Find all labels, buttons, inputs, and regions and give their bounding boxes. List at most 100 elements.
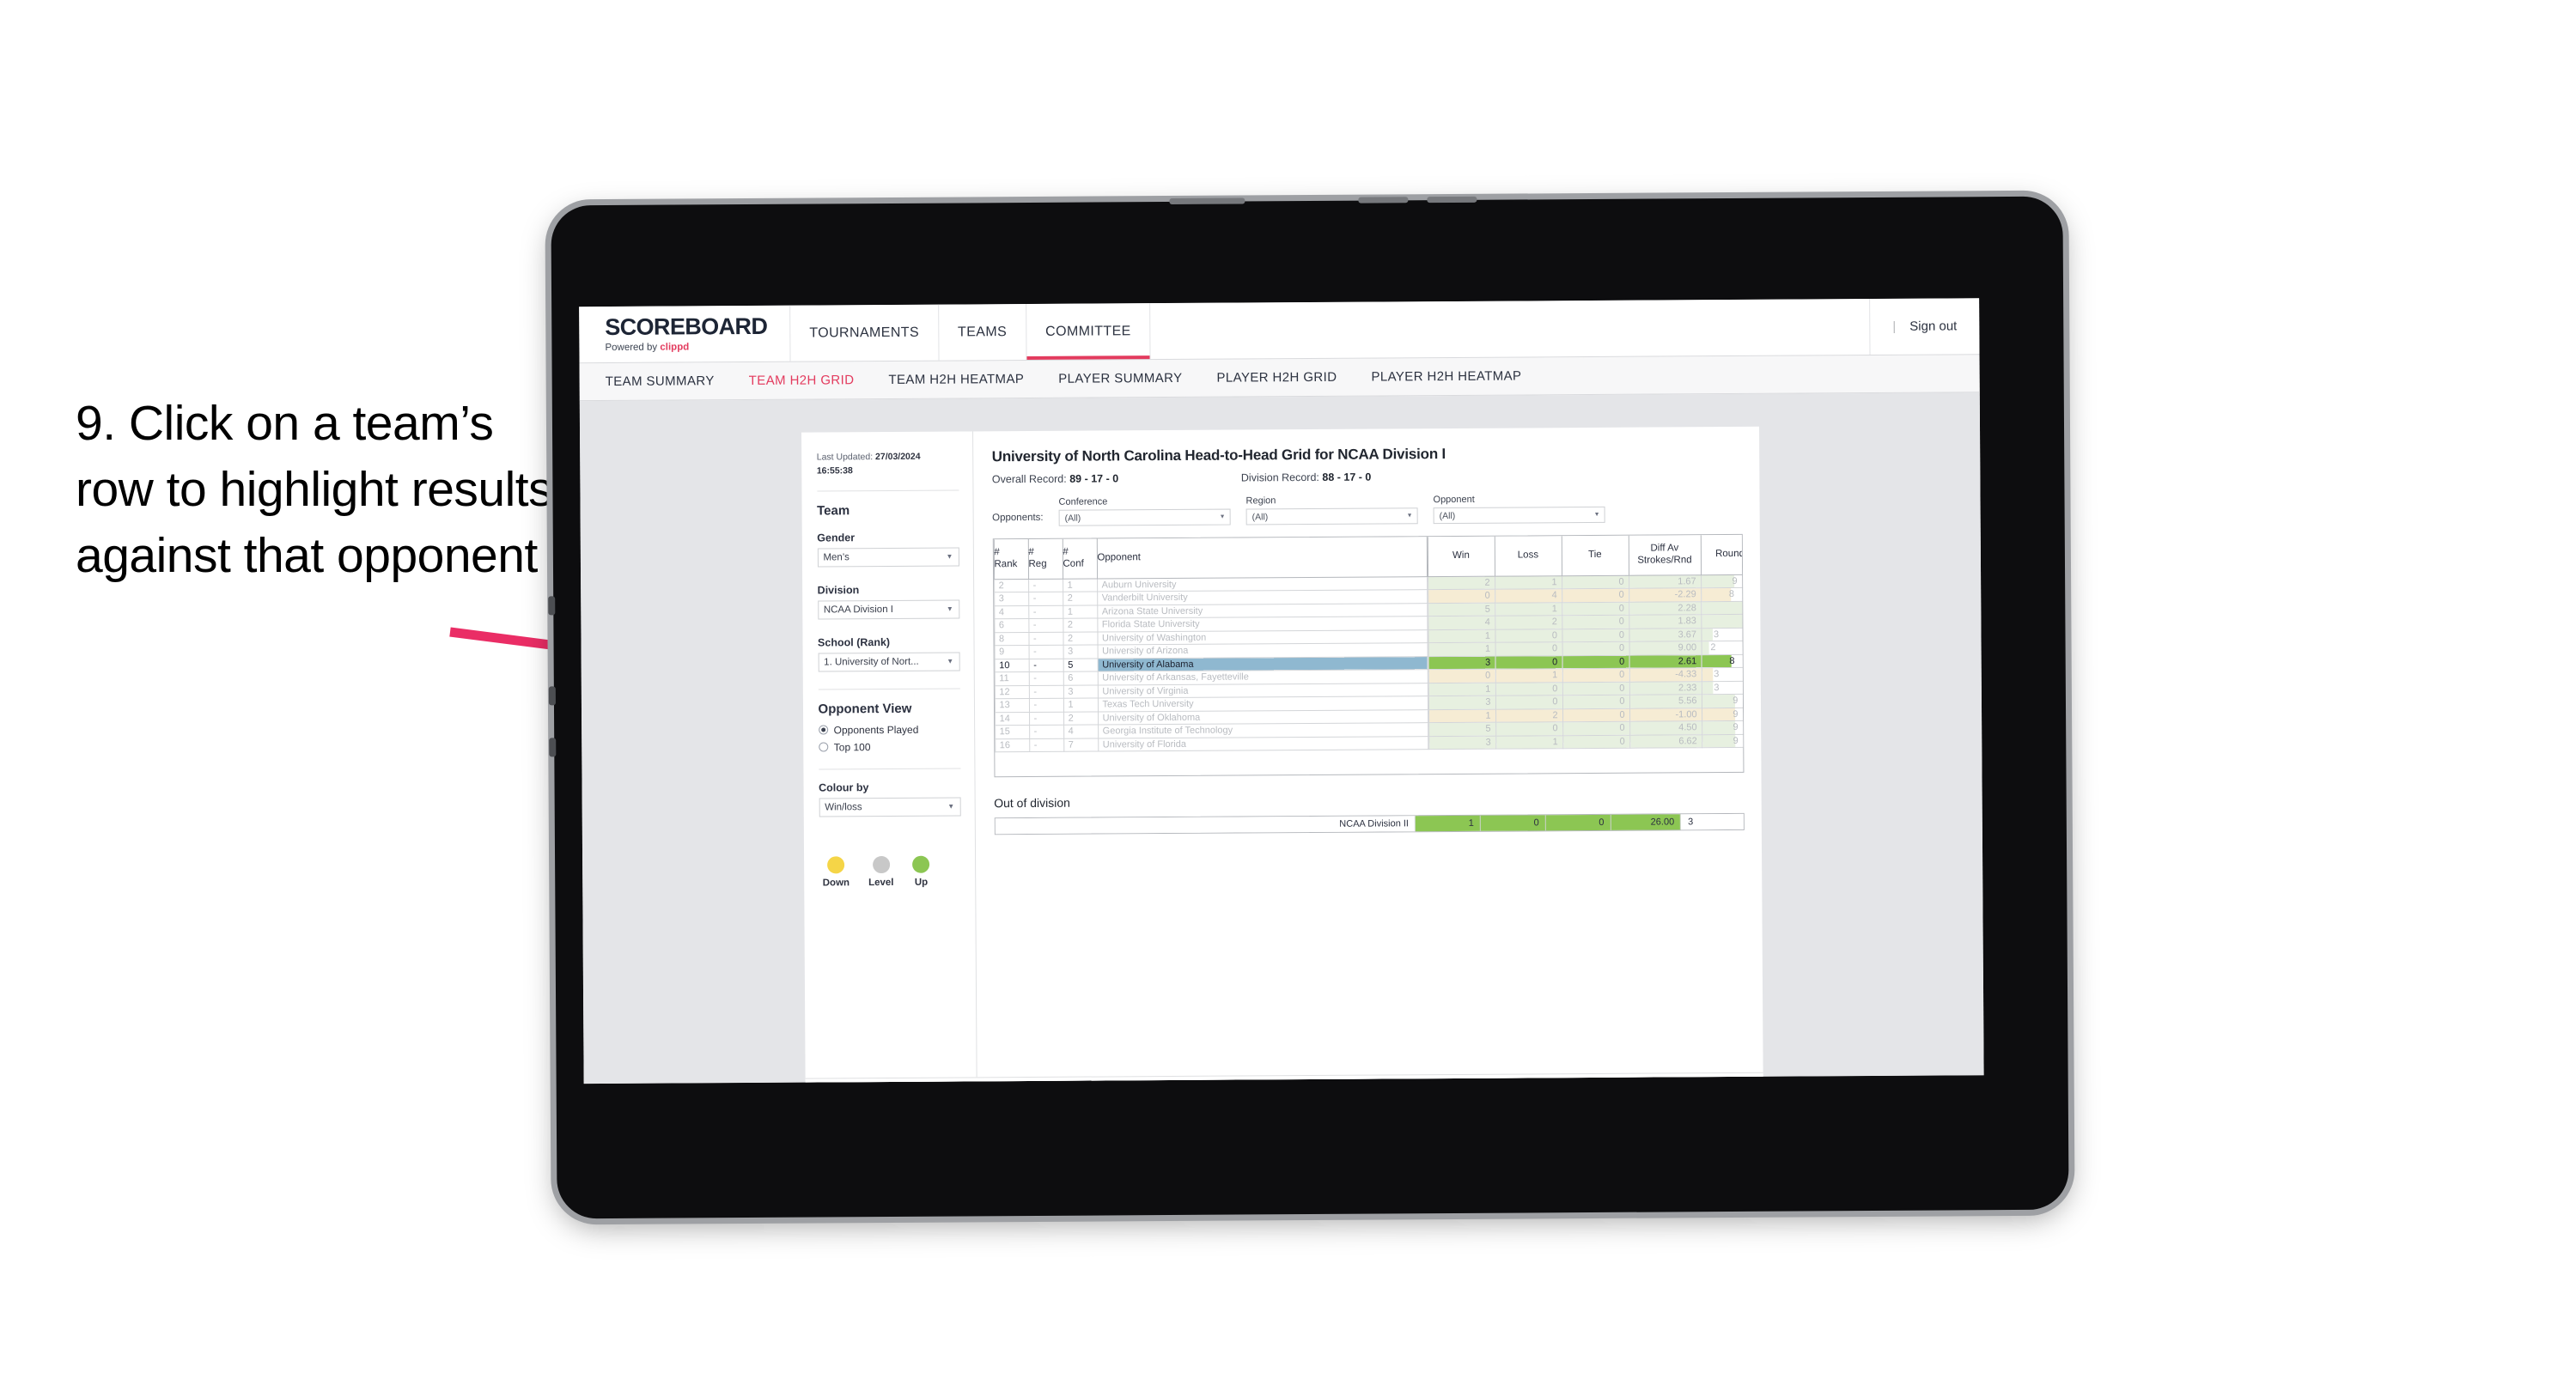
opponents-label: Opponents: [992, 512, 1044, 524]
cell-conf: 2 [1063, 631, 1098, 646]
division-select[interactable]: NCAA Division I ▼ [817, 598, 959, 619]
cell-reg: - [1028, 631, 1063, 646]
cell-reg: - [1029, 738, 1064, 752]
cell-reg: - [1028, 645, 1063, 659]
cell-loss: 0 [1495, 655, 1562, 670]
cell-conf: 6 [1063, 671, 1098, 685]
col-conf-hash: # [1063, 546, 1069, 557]
out-of-division-table: NCAA Division II 1 0 0 26.00 3 [994, 812, 1745, 835]
dashboard-card: Last Updated: 27/03/2024 16:55:38 Team G… [801, 426, 1763, 1084]
cell-diff: -1.00 [1629, 708, 1702, 722]
cell-win: 5 [1428, 602, 1495, 617]
tab-player-summary[interactable]: PLAYER SUMMARY [1058, 371, 1182, 386]
cell-rank: 13 [994, 698, 1030, 713]
cell-tie: 0 [1562, 721, 1630, 736]
tablet-device: SCOREBOARD Powered by clippd TOURNAMENTS… [548, 196, 2069, 1219]
col-loss[interactable]: Loss [1494, 536, 1562, 576]
cell-win: 1 [1428, 708, 1496, 723]
nav-tournaments[interactable]: TOURNAMENTS [790, 304, 940, 361]
col-reg-hash: # [1028, 546, 1034, 557]
ood-win: 1 [1415, 815, 1481, 832]
cell-win: 3 [1428, 655, 1495, 670]
app-header: SCOREBOARD Powered by clippd TOURNAMENTS… [579, 298, 1980, 364]
col-tie[interactable]: Tie [1561, 535, 1629, 576]
volume-up-button[interactable] [1358, 197, 1409, 203]
brand-logo[interactable]: SCOREBOARD Powered by clippd [579, 305, 791, 363]
records-row: Overall Record: 89 - 17 - 0 Division Rec… [992, 469, 1742, 486]
col-rounds[interactable]: Rounds [1700, 534, 1744, 575]
cell-conf: 2 [1063, 711, 1099, 726]
cell-diff: 9.00 [1629, 641, 1702, 655]
cell-rounds: 8 [1701, 653, 1744, 668]
cell-tie: 0 [1562, 574, 1629, 589]
cell-tie: 0 [1562, 681, 1629, 696]
cell-loss: 1 [1495, 575, 1562, 590]
filter-sidebar: Last Updated: 27/03/2024 16:55:38 Team G… [801, 431, 977, 1078]
gender-select[interactable]: Men’s ▼ [817, 546, 959, 568]
cell-reg: - [1029, 725, 1064, 738]
volume-down-button[interactable] [1427, 196, 1477, 203]
cell-rank: 10 [994, 658, 1029, 672]
cell-rank: 16 [995, 738, 1030, 752]
tab-player-h2h-heatmap[interactable]: PLAYER H2H HEATMAP [1371, 368, 1521, 384]
filter-opponent-select[interactable]: (All) ▼ [1433, 506, 1605, 525]
col-conf[interactable]: # Conf [1062, 538, 1098, 579]
ood-division-name: NCAA Division II [995, 816, 1416, 835]
clippd-name: clippd [660, 342, 690, 353]
cell-reg: - [1028, 618, 1063, 632]
legend-dot-level [872, 855, 890, 873]
nav-committee[interactable]: COMMITTEE [1026, 303, 1151, 361]
cell-conf: 5 [1063, 658, 1098, 672]
ood-tie: 0 [1545, 814, 1611, 831]
cell-conf: 4 [1063, 725, 1099, 738]
col-rank[interactable]: # Rank [993, 539, 1029, 580]
h2h-grid-table[interactable]: # Rank # Reg # Conf Opponent 2-1 Auburn Univ… [992, 533, 1744, 778]
cell-loss: 1 [1495, 668, 1562, 683]
header-row-right: Win Loss Tie Diff Av Strokes/Rnd Rounds [1427, 534, 1744, 577]
cell-rounds: 8 [1701, 587, 1744, 602]
cell-conf: 2 [1063, 618, 1098, 632]
dashboard-area: Last Updated: 27/03/2024 16:55:38 Team G… [579, 392, 1984, 1084]
cell-tie: 0 [1562, 615, 1629, 629]
cell-tie: 0 [1562, 588, 1629, 603]
cell-diff: -2.29 [1629, 587, 1702, 602]
nav-teams[interactable]: TEAMS [938, 304, 1027, 361]
chevron-down-icon: ▼ [1593, 511, 1600, 518]
colour-by-select[interactable]: Win/loss ▼ [819, 796, 961, 817]
gender-label: Gender [817, 531, 856, 544]
col-opponent[interactable]: Opponent [1096, 537, 1428, 579]
filter-conference-select[interactable]: (All) ▼ [1058, 508, 1231, 526]
cell-rounds: 9 [1701, 574, 1744, 588]
signout-divider: | [1892, 319, 1897, 334]
col-diff-av-strokes[interactable]: Diff Av Strokes/Rnd [1628, 535, 1702, 575]
cell-tie: 0 [1562, 708, 1630, 722]
table-row-metrics[interactable]: 3 1 0 6.62 9 [1428, 733, 1744, 750]
cell-diff: 2.61 [1629, 654, 1702, 669]
last-updated-label: Last Updated: [816, 452, 876, 463]
cell-reg: - [1029, 711, 1064, 726]
cell-win: 3 [1428, 735, 1496, 750]
school-select[interactable]: 1. University of Nort... ▼ [818, 651, 960, 671]
tab-player-h2h-grid[interactable]: PLAYER H2H GRID [1216, 370, 1337, 386]
opponent-filters-row: Opponents: Conference (All) ▼ Region (Al… [992, 493, 1742, 526]
cell-loss: 2 [1495, 708, 1563, 723]
cell-loss: 0 [1495, 695, 1563, 709]
power-button[interactable] [1169, 197, 1245, 204]
colour-by-label: Colour by [819, 781, 869, 793]
col-win[interactable]: Win [1427, 536, 1495, 577]
cell-loss: 4 [1495, 588, 1562, 603]
filter-region-select[interactable]: (All) ▼ [1245, 507, 1418, 525]
table-row[interactable]: 16-7 University of Florida [995, 736, 1428, 752]
table-right-columns: Win Loss Tie Diff Av Strokes/Rnd Rounds 2… [1427, 534, 1744, 774]
cell-conf: 2 [1063, 592, 1098, 605]
tab-team-h2h-heatmap[interactable]: TEAM H2H HEATMAP [888, 372, 1024, 387]
gender-value: Men’s [823, 551, 850, 562]
col-reg[interactable]: # Reg [1027, 538, 1063, 580]
signout-link[interactable]: Sign out [1909, 319, 1957, 333]
colour-legend: Down Level Up [819, 855, 961, 888]
radio-opponents-played[interactable]: Opponents Played [818, 723, 960, 736]
tab-team-h2h-grid[interactable]: TEAM H2H GRID [749, 373, 855, 388]
radio-top-100[interactable]: Top 100 [818, 740, 960, 753]
legend-up: Up [912, 855, 930, 887]
tab-team-summary[interactable]: TEAM SUMMARY [606, 374, 715, 389]
